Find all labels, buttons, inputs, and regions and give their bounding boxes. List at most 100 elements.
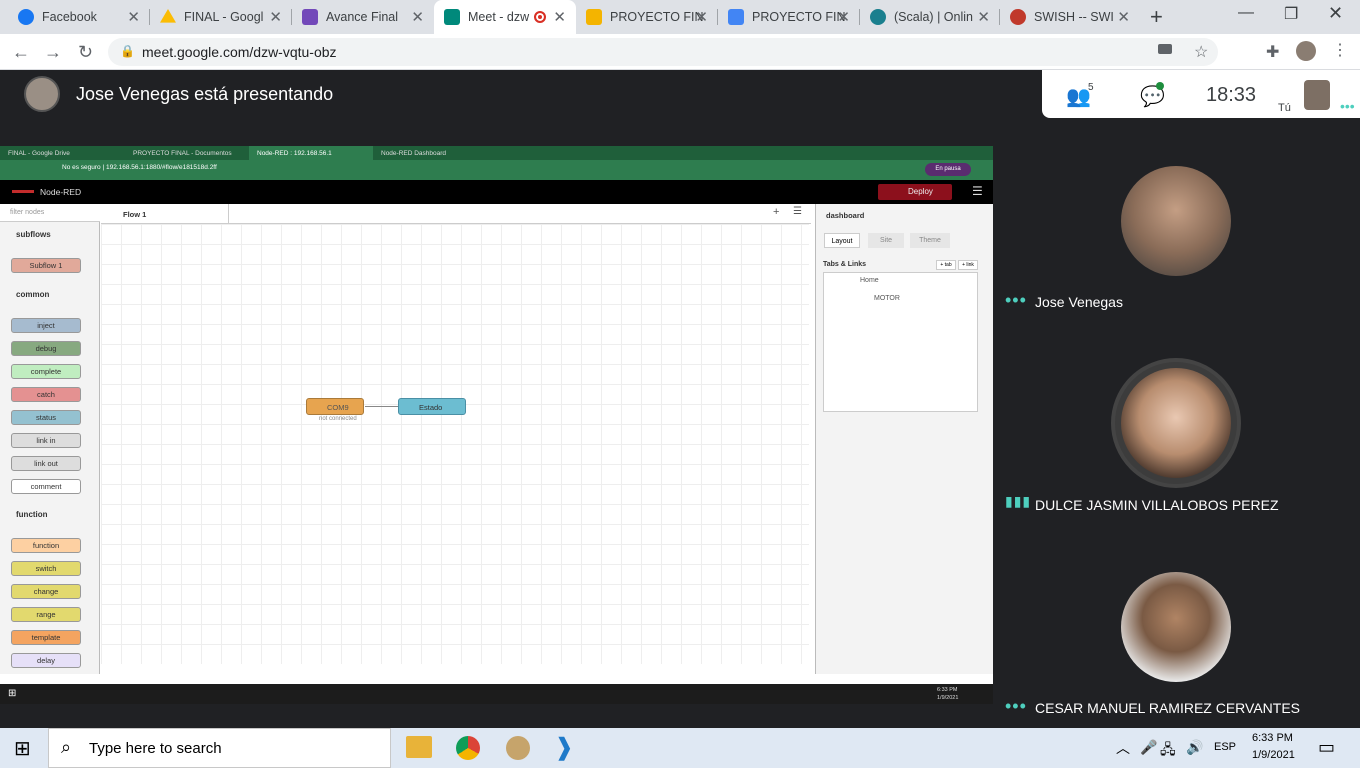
add-link-button[interactable]: + link	[958, 260, 978, 270]
new-tab-button[interactable]: +	[1150, 4, 1163, 30]
language-indicator[interactable]: ESP	[1214, 741, 1236, 753]
dashboard-sidebar: dashboard Layout Site Theme Tabs & Links…	[815, 204, 993, 674]
volume-icon[interactable]: 🔊	[1186, 739, 1203, 756]
palette-node[interactable]: range	[11, 607, 81, 622]
palette-node[interactable]: catch	[11, 387, 81, 402]
tab-title: Facebook	[42, 10, 97, 24]
browser-tab-active[interactable]: Meet - dzw ✕	[434, 0, 576, 34]
inner-tab-active[interactable]: Node-RED : 192.168.56.1	[249, 146, 373, 160]
palette-node[interactable]: delay	[11, 653, 81, 668]
category-common[interactable]: common	[16, 290, 49, 299]
browser-tab[interactable]: PROYECTO FIN ✕	[718, 0, 860, 34]
restore-button[interactable]: ❐	[1284, 4, 1298, 24]
deploy-button[interactable]: Deploy	[878, 184, 952, 200]
add-flow-icon[interactable]: +	[773, 206, 779, 218]
start-icon[interactable]: ⊞	[14, 736, 31, 761]
inner-tab[interactable]: PROYECTO FINAL - Documentos	[125, 146, 249, 160]
text-node-estado[interactable]: Estado	[398, 398, 466, 415]
swish-icon	[1010, 9, 1026, 25]
browser-tab[interactable]: FINAL - Googl ✕	[150, 0, 292, 34]
presenter-avatar	[24, 76, 60, 112]
microphone-icon[interactable]: 🎤	[1140, 739, 1157, 756]
paint-icon[interactable]	[506, 736, 530, 760]
palette-node[interactable]: change	[11, 584, 81, 599]
close-icon[interactable]: ✕	[977, 8, 990, 26]
close-window-button[interactable]: ✕	[1328, 3, 1343, 24]
notifications-icon[interactable]: ▭	[1318, 737, 1335, 758]
flow-list-icon[interactable]: ☰	[793, 206, 802, 217]
palette-node[interactable]: debug	[11, 341, 81, 356]
inner-tab[interactable]: Node-RED Dashboard	[373, 146, 497, 160]
chrome-icon[interactable]	[456, 736, 480, 760]
paused-badge[interactable]: En pausa	[925, 163, 971, 176]
close-icon[interactable]: ✕	[127, 8, 140, 26]
close-icon[interactable]: ✕	[837, 8, 850, 26]
tab-theme[interactable]: Theme	[910, 233, 950, 248]
palette-node[interactable]: comment	[11, 479, 81, 494]
more-icon[interactable]: •••	[1005, 696, 1027, 717]
add-tab-button[interactable]: + tab	[936, 260, 956, 270]
tab-layout[interactable]: Layout	[824, 233, 860, 248]
recording-icon	[534, 11, 546, 23]
menu-icon[interactable]: ⋮	[1332, 40, 1348, 60]
filter-nodes-input[interactable]: filter nodes	[0, 204, 100, 222]
network-icon[interactable]: 🖧	[1160, 739, 1176, 763]
more-options-icon[interactable]: •••	[1340, 98, 1355, 114]
close-icon[interactable]: ✕	[553, 8, 566, 26]
tree-item-motor[interactable]: MOTOR	[874, 295, 900, 302]
hamburger-menu-icon[interactable]: ☰	[972, 184, 983, 198]
extensions-icon[interactable]: ✚	[1266, 42, 1279, 62]
address-input[interactable]: 🔒 meet.google.com/dzw-vqtu-obz ☆	[108, 38, 1218, 66]
minimize-button[interactable]: —	[1238, 4, 1254, 22]
palette-node[interactable]: Subflow 1	[11, 258, 81, 273]
palette-node[interactable]: template	[11, 630, 81, 645]
taskbar-time[interactable]: 6:33 PM	[1252, 732, 1293, 744]
more-icon[interactable]: •••	[1005, 290, 1027, 311]
tab-flow-1[interactable]: Flow 1	[101, 204, 229, 224]
node-palette: filter nodes subflows Subflow 1 common i…	[0, 204, 100, 674]
category-subflows[interactable]: subflows	[16, 230, 51, 239]
palette-node[interactable]: link in	[11, 433, 81, 448]
tree-item-home[interactable]: Home	[860, 277, 879, 284]
participant-avatar-frame	[1111, 358, 1241, 488]
file-explorer-icon[interactable]	[406, 736, 432, 758]
palette-node[interactable]: status	[11, 410, 81, 425]
windows-icon: ⊞	[8, 688, 17, 699]
palette-node[interactable]: inject	[11, 318, 81, 333]
serial-node[interactable]: COM9	[306, 398, 364, 415]
palette-node[interactable]: switch	[11, 561, 81, 576]
chevron-up-icon[interactable]: ︿	[1116, 738, 1130, 758]
category-function[interactable]: function	[16, 510, 48, 519]
search-icon: ⌕	[61, 737, 72, 757]
browser-tab[interactable]: Avance Final ✕	[292, 0, 434, 34]
taskbar-date[interactable]: 1/9/2021	[1252, 749, 1295, 761]
back-icon[interactable]: ←	[12, 42, 30, 63]
close-icon[interactable]: ✕	[695, 8, 708, 26]
meet-icon	[444, 9, 460, 25]
tab-title: SWISH -- SWI	[1034, 10, 1114, 24]
browser-tab[interactable]: Facebook ✕	[8, 0, 150, 34]
browser-tab[interactable]: PROYECTO FIN ✕	[576, 0, 718, 34]
close-icon[interactable]: ✕	[269, 8, 282, 26]
profile-avatar[interactable]	[1296, 41, 1316, 61]
reload-icon[interactable]: ↻	[78, 42, 93, 63]
star-icon[interactable]: ☆	[1194, 42, 1208, 62]
palette-node[interactable]: complete	[11, 364, 81, 379]
forward-icon[interactable]: →	[44, 42, 62, 63]
chat-badge	[1156, 82, 1164, 90]
close-icon[interactable]: ✕	[1117, 8, 1130, 26]
inner-url[interactable]: No es seguro | 192.168.56.1:1880/#flow/e…	[62, 164, 217, 171]
browser-tab[interactable]: SWISH -- SWI ✕	[1000, 0, 1140, 34]
palette-node[interactable]: link out	[11, 456, 81, 471]
vscode-icon[interactable]: ❱	[554, 736, 574, 760]
flow-canvas[interactable]: COM9 not connected Estado	[101, 224, 809, 664]
inner-tab[interactable]: FINAL - Google Drive	[0, 146, 125, 160]
taskbar-search[interactable]: ⌕ Type here to search	[48, 728, 391, 768]
browser-tab[interactable]: (Scala) | Onlin ✕	[860, 0, 1000, 34]
tab-site[interactable]: Site	[868, 233, 904, 248]
sidebar-title[interactable]: dashboard	[826, 211, 864, 220]
close-icon[interactable]: ✕	[411, 8, 424, 26]
participant-count: 5	[1088, 82, 1094, 93]
camera-icon[interactable]	[1158, 44, 1172, 54]
palette-node[interactable]: function	[11, 538, 81, 553]
